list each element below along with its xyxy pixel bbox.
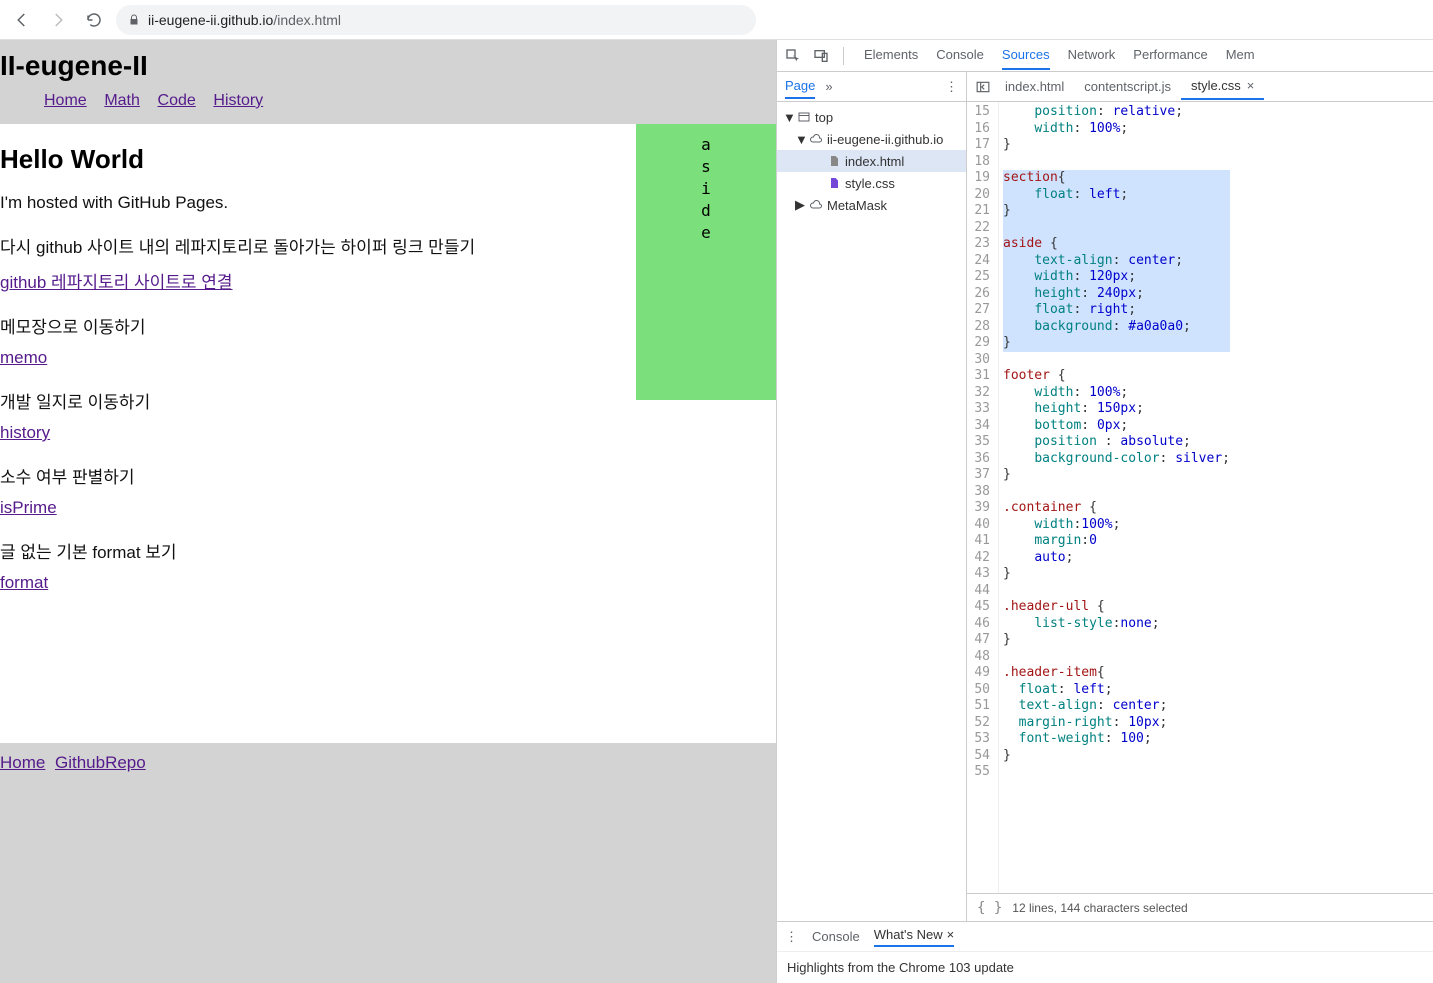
footer-link-githubrepo[interactable]: GithubRepo	[55, 753, 146, 772]
back-button[interactable]	[8, 6, 36, 34]
section-text: I'm hosted with GitHub Pages.	[0, 193, 636, 213]
tab-network[interactable]: Network	[1068, 41, 1116, 70]
nav-link-code[interactable]: Code	[158, 92, 196, 109]
rendered-page: II-eugene-II Home Math Code History a s …	[0, 40, 776, 983]
footer-link-home[interactable]: Home	[0, 753, 45, 772]
reload-icon	[85, 11, 103, 29]
arrow-right-icon	[49, 11, 67, 29]
address-bar[interactable]: ii-eugene-ii.github.io/index.html	[116, 5, 756, 35]
link-github-repo[interactable]: github 레파지토리 사이트로 연결	[0, 268, 636, 293]
tree-top[interactable]: ▼ top	[777, 106, 966, 128]
page-footer: Home GithubRepo	[0, 743, 776, 983]
editor-tab-contentscript[interactable]: contentscript.js	[1074, 74, 1181, 99]
devtools-drawer: ⋮ Console What's New× Highlights from th…	[777, 921, 1433, 983]
file-tree: ▼ top ▼ ii-eugene-ii.github.io index.htm…	[777, 102, 966, 220]
devtools-tabs: Elements Console Sources Network Perform…	[854, 41, 1255, 70]
section-text: 개발 일지로 이동하기	[0, 388, 636, 413]
nav-link-history[interactable]: History	[213, 92, 263, 109]
navigator-tabs: Page » ⋮	[777, 72, 966, 102]
tab-console[interactable]: Console	[936, 41, 984, 70]
main-section: Hello World I'm hosted with GitHub Pages…	[0, 124, 636, 613]
inspect-icon	[785, 48, 801, 64]
close-icon[interactable]: ×	[947, 927, 955, 942]
status-text: 12 lines, 144 characters selected	[1012, 901, 1187, 915]
tree-label: top	[815, 110, 833, 125]
navigator-menu-button[interactable]: ⋮	[945, 79, 958, 95]
editor-statusbar: { } 12 lines, 144 characters selected	[967, 893, 1433, 921]
browser-toolbar: ii-eugene-ii.github.io/index.html	[0, 0, 1433, 40]
drawer-tabs: ⋮ Console What's New×	[777, 922, 1433, 952]
tree-label: index.html	[845, 154, 904, 169]
editor-tab-style[interactable]: style.css×	[1181, 73, 1264, 100]
tree-label: MetaMask	[827, 198, 887, 213]
sidebar-icon	[976, 80, 990, 94]
devtools-toolbar: Elements Console Sources Network Perform…	[777, 40, 1433, 72]
editor-tabs: index.html contentscript.js style.css×	[967, 72, 1433, 102]
devtools: Elements Console Sources Network Perform…	[776, 40, 1433, 983]
section-text: 글 없는 기본 format 보기	[0, 538, 636, 563]
nav-link-home[interactable]: Home	[44, 92, 87, 109]
pretty-print-button[interactable]: { }	[977, 900, 1002, 916]
window-icon	[797, 110, 811, 124]
navigator-more-tabs[interactable]: »	[825, 79, 832, 94]
aside-box: a s i d e	[636, 124, 776, 400]
section-text: 다시 github 사이트 내의 레파지토리로 돌아가는 하이퍼 링크 만들기	[0, 233, 636, 258]
aside-char: a	[636, 134, 776, 156]
section-text: 메모장으로 이동하기	[0, 313, 636, 338]
tab-performance[interactable]: Performance	[1133, 41, 1207, 70]
tree-domain[interactable]: ▼ ii-eugene-ii.github.io	[777, 128, 966, 150]
tab-memory[interactable]: Mem	[1226, 41, 1255, 70]
drawer-tab-whatsnew[interactable]: What's New×	[874, 927, 955, 947]
arrow-left-icon	[13, 11, 31, 29]
aside-char: i	[636, 178, 776, 200]
tree-metamask[interactable]: ▶ MetaMask	[777, 194, 966, 216]
url-text: ii-eugene-ii.github.io/index.html	[148, 12, 341, 28]
drawer-body: Highlights from the Chrome 103 update	[777, 952, 1433, 983]
inspect-element-button[interactable]	[781, 44, 805, 68]
device-icon	[813, 48, 829, 64]
editor-panel: index.html contentscript.js style.css× 1…	[967, 72, 1433, 921]
navigator-tab-page[interactable]: Page	[785, 74, 815, 99]
toggle-navigator-button[interactable]	[971, 75, 995, 99]
nav-link-math[interactable]: Math	[104, 92, 140, 109]
reload-button[interactable]	[80, 6, 108, 34]
editor-tab-index[interactable]: index.html	[995, 74, 1074, 99]
tab-elements[interactable]: Elements	[864, 41, 918, 70]
header-nav: Home Math Code History	[0, 88, 776, 114]
tree-file-index[interactable]: index.html	[777, 150, 966, 172]
link-format[interactable]: format	[0, 573, 636, 593]
link-isprime[interactable]: isPrime	[0, 498, 636, 518]
link-memo[interactable]: memo	[0, 348, 636, 368]
page-header: II-eugene-II Home Math Code History	[0, 40, 776, 124]
aside-char: s	[636, 156, 776, 178]
link-history[interactable]: history	[0, 423, 636, 443]
section-text: 소수 여부 판별하기	[0, 463, 636, 488]
section-heading: Hello World	[0, 144, 636, 175]
tab-sources[interactable]: Sources	[1002, 41, 1050, 70]
close-icon[interactable]: ×	[1247, 78, 1255, 93]
drawer-menu-button[interactable]: ⋮	[785, 929, 798, 945]
cloud-icon	[809, 132, 823, 146]
tree-label: ii-eugene-ii.github.io	[827, 132, 943, 147]
device-toolbar-button[interactable]	[809, 44, 833, 68]
cloud-icon	[809, 198, 823, 212]
aside-char: e	[636, 222, 776, 244]
aside-char: d	[636, 200, 776, 222]
lock-icon	[128, 14, 140, 26]
drawer-tab-console[interactable]: Console	[812, 929, 860, 944]
page-title: II-eugene-II	[0, 50, 776, 88]
tree-label: style.css	[845, 176, 895, 191]
file-icon	[827, 154, 841, 168]
sources-navigator: Page » ⋮ ▼ top ▼ ii-eugene-ii.github.io	[777, 72, 967, 921]
code-editor[interactable]: 1516171819202122232425262728293031323334…	[967, 102, 1433, 893]
tree-file-style[interactable]: style.css	[777, 172, 966, 194]
forward-button[interactable]	[44, 6, 72, 34]
file-icon	[827, 176, 841, 190]
